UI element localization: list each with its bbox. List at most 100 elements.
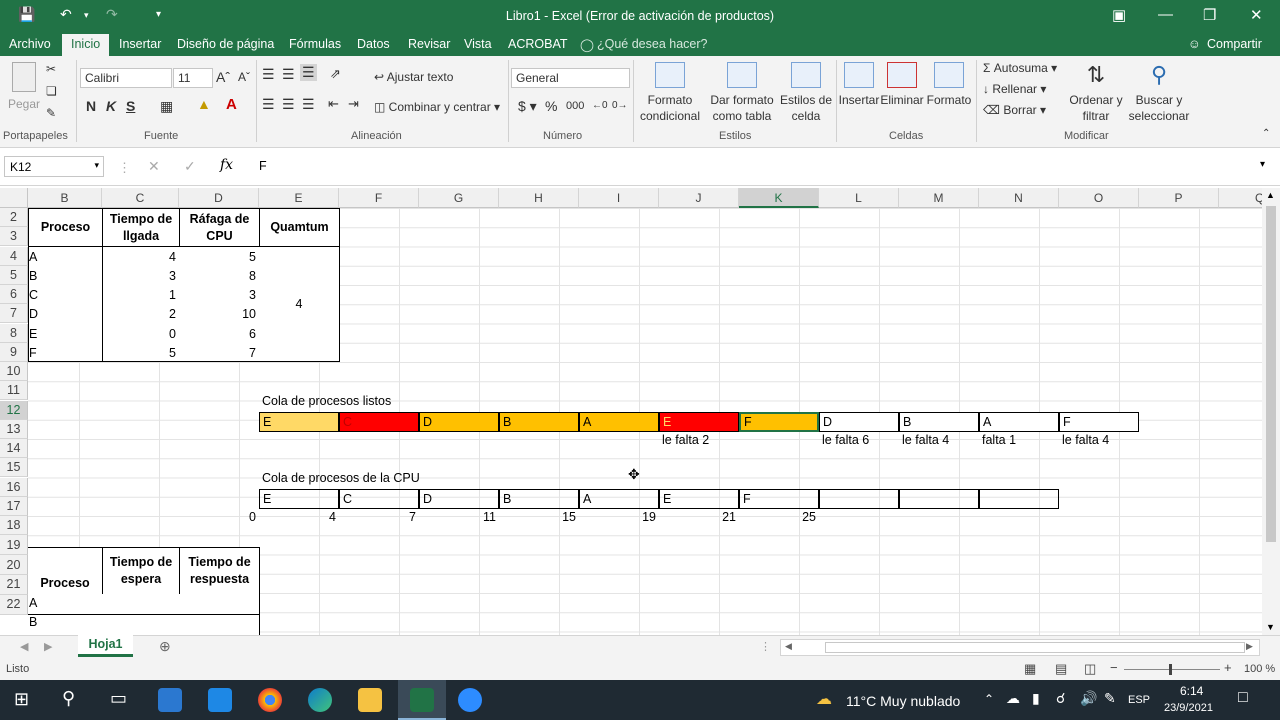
decrease-indent-icon[interactable]: ⇤ [328, 96, 339, 112]
row-header[interactable]: 18 [0, 516, 28, 535]
tab-insertar[interactable]: Insertar [119, 37, 161, 51]
row-header[interactable]: 13 [0, 420, 28, 439]
minimize-icon[interactable]: — [1158, 6, 1173, 23]
row-header[interactable]: 5 [0, 266, 28, 285]
formula-input[interactable]: F [259, 159, 267, 173]
restore-icon[interactable]: ❐ [1203, 6, 1216, 24]
column-header[interactable]: N [979, 188, 1059, 208]
language-indicator[interactable]: ESP [1128, 694, 1150, 706]
column-header[interactable]: P [1139, 188, 1219, 208]
cpu-queue-cell[interactable] [819, 489, 899, 509]
process-name[interactable]: A [26, 596, 66, 615]
time-mark[interactable]: 25 [739, 510, 819, 529]
cpu-queue-cell[interactable] [899, 489, 979, 509]
time-mark[interactable]: 15 [499, 510, 579, 529]
prev-sheet-icon[interactable]: ◀ [20, 640, 28, 653]
battery-icon[interactable]: ▮ [1032, 690, 1040, 707]
header-proceso[interactable]: Proceso [28, 208, 103, 247]
row-header[interactable]: 7 [0, 304, 28, 323]
clock-time[interactable]: 6:14 [1180, 684, 1203, 698]
remaining-note[interactable]: le falta 2 [659, 433, 739, 452]
header-rafaga[interactable]: Ráfaga de CPU [179, 208, 260, 247]
expand-formula-icon[interactable]: ▾ [1260, 159, 1265, 170]
row-header[interactable]: 11 [0, 381, 28, 400]
cut-icon[interactable]: ✂ [46, 62, 56, 76]
excel-taskbar-button[interactable] [398, 680, 446, 720]
clear-button[interactable]: ⌫ Borrar ▾ [983, 103, 1046, 117]
row-header[interactable]: 9 [0, 343, 28, 362]
ready-queue-cell[interactable]: F [1059, 412, 1139, 432]
page-break-icon[interactable]: ◫ [1084, 661, 1096, 677]
remaining-note[interactable]: le falta 4 [899, 433, 979, 452]
increase-decimal-icon[interactable]: ←0 [592, 100, 608, 111]
increase-indent-icon[interactable]: ⇥ [348, 96, 359, 112]
ready-queue-cell-selected[interactable]: F [739, 412, 819, 432]
percent-icon[interactable]: % [545, 98, 557, 114]
column-header[interactable]: C [102, 188, 179, 208]
bold-button[interactable]: N [86, 98, 96, 114]
spreadsheet-grid[interactable]: B C D E F G H I J K L M N O P Q 2 3 4 5 … [0, 188, 1262, 635]
volume-icon[interactable]: 🔊 [1080, 690, 1097, 707]
italic-button[interactable]: K [106, 98, 116, 114]
column-header[interactable]: M [899, 188, 979, 208]
ready-queue-cell[interactable]: D [819, 412, 899, 432]
row-header[interactable]: 17 [0, 497, 28, 516]
cpu-queue-cell[interactable]: C [339, 489, 419, 509]
windows-start-icon[interactable]: ⊞ [14, 689, 29, 710]
delete-cells-button[interactable]: Eliminar [880, 62, 924, 108]
row-header[interactable]: 16 [0, 478, 28, 497]
row-header[interactable]: 14 [0, 439, 28, 458]
tab-archivo[interactable]: Archivo [9, 37, 51, 51]
column-header[interactable]: E [259, 188, 339, 208]
ready-queue-cell[interactable]: A [579, 412, 659, 432]
time-mark[interactable]: 11 [419, 510, 499, 529]
burst-time[interactable]: 8 [179, 267, 259, 286]
ready-queue-cell[interactable]: A [979, 412, 1059, 432]
cancel-icon[interactable]: ✕ [148, 158, 160, 175]
cpu-queue-cell[interactable]: E [259, 489, 339, 509]
arrival-time[interactable]: 5 [102, 344, 179, 363]
process-name[interactable]: D [26, 305, 66, 324]
conditional-format-button[interactable]: Formato condicional [636, 62, 704, 124]
align-middle-icon[interactable]: ☰ [282, 66, 295, 83]
share-icon[interactable]: ☺ [1188, 37, 1201, 51]
select-all-corner[interactable] [0, 188, 28, 208]
header2-respuesta[interactable]: Tiempo de respuesta [179, 547, 260, 595]
tab-formulas[interactable]: Fórmulas [289, 37, 341, 51]
ready-queue-label[interactable]: Cola de procesos listos [259, 394, 459, 413]
row-header-selected[interactable]: 12 [0, 401, 28, 420]
grow-font-icon[interactable]: Aˆ [216, 69, 230, 85]
add-sheet-icon[interactable]: ⊕ [159, 638, 171, 655]
weather-text[interactable]: 11°C Muy nublado [846, 693, 960, 709]
ready-queue-cell[interactable]: D [419, 412, 499, 432]
format-cells-button[interactable]: Formato [925, 62, 973, 108]
zoom-in-icon[interactable]: + [1224, 660, 1232, 675]
align-top-icon[interactable]: ☰ [262, 66, 275, 83]
wrap-text-button[interactable]: ↩ Ajustar texto [374, 70, 453, 84]
burst-time[interactable]: 5 [179, 248, 259, 267]
row-header[interactable]: 21 [0, 575, 28, 595]
sheet-options-icon[interactable]: ⋮ [760, 640, 771, 653]
column-header[interactable]: D [179, 188, 259, 208]
column-header[interactable]: F [339, 188, 419, 208]
arrival-time[interactable]: 1 [102, 286, 179, 305]
cpu-queue-label[interactable]: Cola de procesos de la CPU [259, 471, 459, 490]
autosum-button[interactable]: Σ Autosuma ▾ [983, 61, 1057, 75]
pen-icon[interactable]: ✎ [1104, 690, 1116, 707]
tab-inicio[interactable]: Inicio [62, 34, 110, 56]
insert-function-icon[interactable]: fx [220, 157, 233, 173]
name-box[interactable]: K12 ▾ [4, 156, 104, 177]
zoom-app-icon[interactable] [458, 688, 482, 712]
cpu-queue-cell[interactable]: B [499, 489, 579, 509]
ready-queue-cell[interactable]: B [499, 412, 579, 432]
remaining-note[interactable]: le falta 6 [819, 433, 899, 452]
time-mark[interactable]: 19 [579, 510, 659, 529]
row-header[interactable]: 10 [0, 362, 28, 381]
process-name[interactable]: B [26, 267, 66, 286]
row-header[interactable]: 8 [0, 324, 28, 343]
ready-queue-cell[interactable]: B [899, 412, 979, 432]
font-name-box[interactable]: Calibri [80, 68, 172, 88]
burst-time[interactable]: 6 [179, 325, 259, 344]
row-header[interactable]: 6 [0, 285, 28, 304]
fill-color-icon[interactable]: ▲ [197, 96, 211, 112]
